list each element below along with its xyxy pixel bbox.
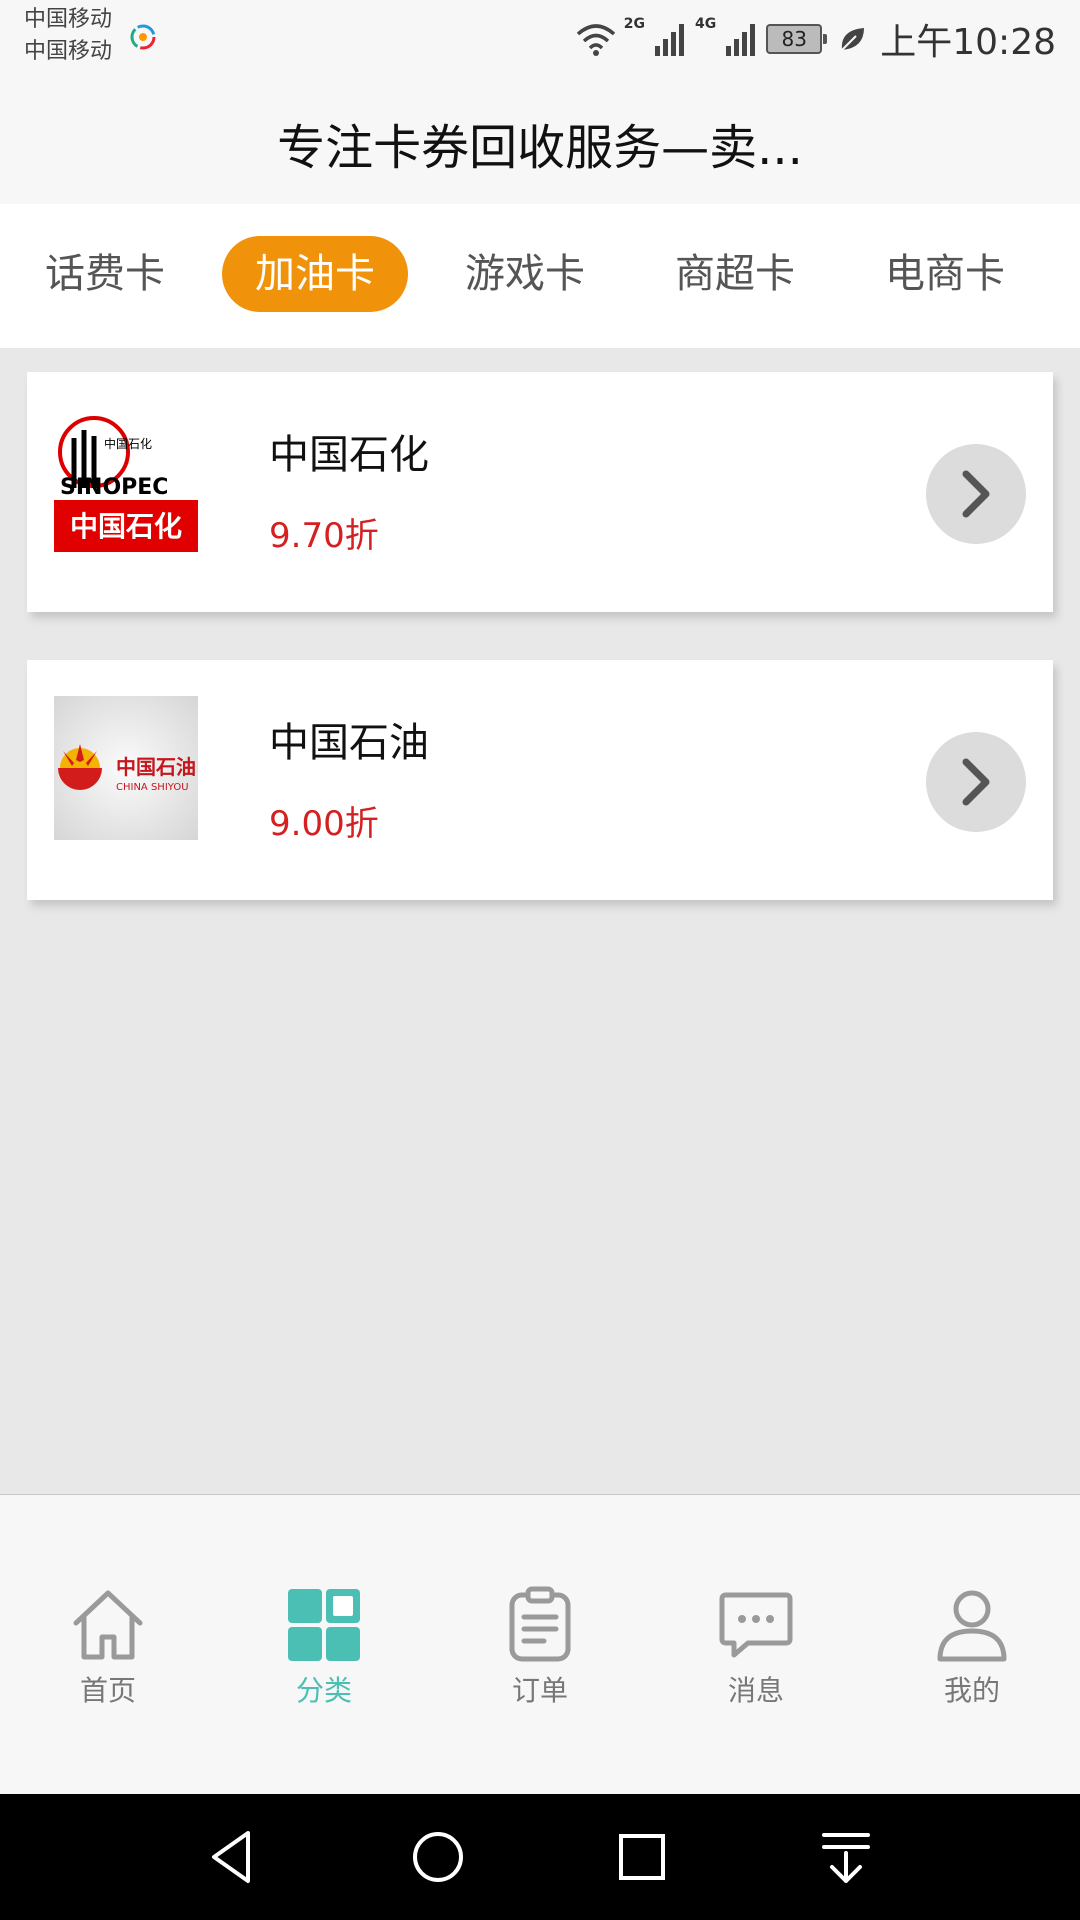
tab-phone-card[interactable]: 话费卡 bbox=[12, 236, 198, 312]
nav-messages[interactable]: 消息 bbox=[666, 1585, 846, 1715]
card-discount: 9.00折 bbox=[269, 804, 379, 844]
card-name: 中国石化 bbox=[269, 432, 429, 478]
tab-fuel-card[interactable]: 加油卡 bbox=[222, 236, 408, 312]
petrochina-logo: 中国石油 CHINA SHIYOU bbox=[54, 696, 198, 840]
chevron-right-button[interactable] bbox=[926, 732, 1026, 832]
order-icon bbox=[509, 1586, 571, 1662]
list-item-petrochina[interactable]: 中国石油 CHINA SHIYOU 中国石油 9.00折 bbox=[27, 660, 1053, 900]
system-navigation-bar bbox=[0, 1794, 1080, 1920]
category-tabs: 话费卡 加油卡 游戏卡 商超卡 电商卡 bbox=[0, 204, 1080, 348]
app-header: 专注卡券回收服务—卖... bbox=[0, 80, 1080, 204]
tab-supermarket-card[interactable]: 商超卡 bbox=[642, 236, 828, 312]
petrochina-logo-sub: CHINA SHIYOU bbox=[116, 782, 189, 793]
nav-orders[interactable]: 订单 bbox=[450, 1585, 630, 1715]
chevron-right-icon bbox=[962, 758, 990, 806]
message-icon bbox=[719, 1592, 793, 1658]
nav-category[interactable]: 分类 bbox=[234, 1585, 414, 1715]
category-icon bbox=[288, 1589, 360, 1661]
nav-home[interactable]: 首页 bbox=[18, 1585, 198, 1715]
notification-drawer-icon[interactable] bbox=[814, 1825, 878, 1889]
sinopec-logo-text: 中国石化 bbox=[70, 510, 182, 543]
network-type-1: 2G bbox=[623, 16, 646, 32]
nav-label: 我的 bbox=[943, 1674, 1000, 1707]
tab-ecommerce-card[interactable]: 电商卡 bbox=[852, 236, 1038, 312]
chevron-right-icon bbox=[962, 470, 990, 518]
chevron-right-button[interactable] bbox=[926, 444, 1026, 544]
nav-label: 订单 bbox=[511, 1674, 568, 1707]
nav-label: 消息 bbox=[727, 1674, 784, 1707]
signal-icon bbox=[726, 24, 756, 56]
back-icon[interactable] bbox=[202, 1825, 266, 1889]
wifi-icon bbox=[576, 24, 615, 56]
carrier-1: 中国移动 bbox=[24, 7, 113, 32]
carrier-app-icon bbox=[130, 24, 156, 50]
card-name: 中国石油 bbox=[269, 720, 429, 766]
home-icon bbox=[73, 1590, 143, 1660]
bottom-navigation: 首页 分类 订单 消息 我的 bbox=[0, 1494, 1080, 1795]
petrochina-logo-text: 中国石油 bbox=[116, 755, 196, 779]
page-title: 专注卡券回收服务—卖... bbox=[277, 120, 803, 176]
card-discount: 9.70折 bbox=[269, 516, 379, 556]
nav-label: 分类 bbox=[295, 1674, 352, 1707]
status-bar: 中国移动 中国移动 2G 4G 83 上午10:28 bbox=[0, 0, 1080, 80]
tab-game-card[interactable]: 游戏卡 bbox=[432, 236, 618, 312]
home-circle-icon[interactable] bbox=[406, 1825, 470, 1889]
nav-label: 首页 bbox=[79, 1674, 136, 1707]
nav-profile[interactable]: 我的 bbox=[882, 1585, 1062, 1715]
carrier-2: 中国移动 bbox=[24, 39, 113, 64]
recent-apps-icon[interactable] bbox=[610, 1825, 674, 1889]
list-item-sinopec[interactable]: 中国石化 SINOPEC 中国石化 中国石化 9.70折 bbox=[27, 372, 1053, 612]
sinopec-logo-mark: 中国石化 bbox=[104, 436, 152, 451]
profile-icon bbox=[937, 1590, 1007, 1662]
signal-icon bbox=[655, 24, 685, 56]
carrier-info: 中国移动 中国移动 bbox=[24, 4, 112, 68]
battery-indicator: 83 bbox=[766, 24, 828, 54]
network-type-2: 4G bbox=[695, 16, 717, 32]
sinopec-logo-brand: SINOPEC bbox=[60, 475, 168, 500]
leaf-icon bbox=[841, 28, 865, 51]
sinopec-logo: 中国石化 SINOPEC 中国石化 bbox=[54, 408, 198, 552]
status-icons: 2G 4G 83 上午10:28 bbox=[576, 14, 1056, 64]
clock: 上午10:28 bbox=[880, 22, 1056, 63]
